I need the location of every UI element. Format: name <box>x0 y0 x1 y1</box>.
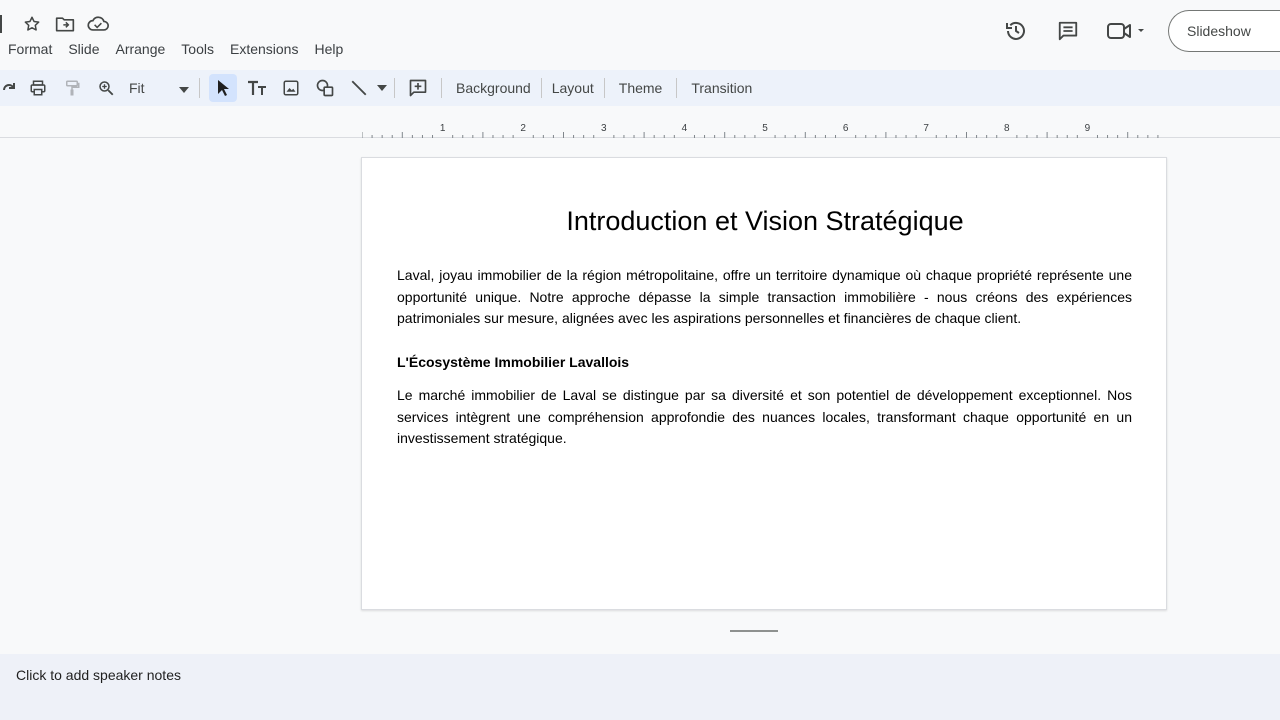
layout-button[interactable]: Layout <box>544 80 602 96</box>
ruler-label: 2 <box>520 124 526 134</box>
shape-icon[interactable] <box>311 74 339 102</box>
toolbar-divider <box>394 78 395 98</box>
slide-body[interactable]: Laval, joyau immobilier de la région mét… <box>397 265 1132 466</box>
print-icon[interactable] <box>24 74 52 102</box>
slide-subheading[interactable]: L'Écosystème Immobilier Lavallois <box>397 352 1132 374</box>
menu-format[interactable]: Format <box>4 40 56 58</box>
comment-icon[interactable] <box>1048 11 1088 51</box>
toolbar-divider <box>676 78 678 98</box>
video-call-icon[interactable] <box>1100 11 1152 51</box>
slide-canvas[interactable]: Introduction et Vision Stratégique Laval… <box>361 157 1167 610</box>
horizontal-ruler[interactable]: 1 2 3 4 5 6 7 8 9 <box>362 124 1166 138</box>
top-bar: Format Slide Arrange Tools Extensions He… <box>0 0 1280 68</box>
toolbar-divider <box>199 78 200 98</box>
app-edge <box>0 15 2 33</box>
slide-paragraph-1[interactable]: Laval, joyau immobilier de la région mét… <box>397 265 1132 330</box>
toolbar-divider <box>441 78 442 98</box>
theme-button[interactable]: Theme <box>607 80 675 96</box>
title-icons <box>0 12 119 36</box>
slide-paragraph-2[interactable]: Le marché immobilier de Laval se disting… <box>397 385 1132 450</box>
move-to-folder-icon[interactable] <box>53 12 77 36</box>
notes-resize-handle[interactable] <box>730 630 778 632</box>
ruler-label: 1 <box>440 124 446 134</box>
menu-extensions[interactable]: Extensions <box>226 40 302 58</box>
toolbar-divider <box>540 78 542 98</box>
zoom-icon[interactable] <box>92 74 120 102</box>
menu-tools[interactable]: Tools <box>177 40 218 58</box>
redo-icon[interactable] <box>0 74 18 102</box>
speaker-notes-panel[interactable]: Click to add speaker notes <box>0 654 1280 720</box>
ruler-label: 6 <box>843 124 849 134</box>
cloud-saved-icon[interactable] <box>86 12 110 36</box>
menu-slide[interactable]: Slide <box>64 40 103 58</box>
slide-title[interactable]: Introduction et Vision Stratégique <box>362 206 1168 237</box>
image-icon[interactable] <box>277 74 305 102</box>
ruler-label: 5 <box>762 124 768 134</box>
toolbar: Fit Background Layout Theme Transition <box>0 70 1280 106</box>
slideshow-button[interactable]: Slideshow <box>1168 10 1280 52</box>
zoom-select[interactable]: Fit <box>123 80 193 96</box>
header-actions: Slideshow <box>984 10 1280 52</box>
menu-help[interactable]: Help <box>310 40 347 58</box>
line-menu-chevron-icon[interactable] <box>376 74 388 102</box>
line-icon[interactable] <box>345 74 373 102</box>
ruler-label: 8 <box>1004 124 1010 134</box>
ruler-label: 7 <box>923 124 929 134</box>
star-icon[interactable] <box>20 12 44 36</box>
ruler-label: 4 <box>682 124 688 134</box>
ruler-label: 3 <box>601 124 607 134</box>
menu-bar: Format Slide Arrange Tools Extensions He… <box>0 38 347 60</box>
toolbar-divider <box>603 78 605 98</box>
ruler-label: 9 <box>1085 124 1091 134</box>
speaker-notes-placeholder[interactable]: Click to add speaker notes <box>16 667 181 683</box>
text-box-icon[interactable] <box>243 74 271 102</box>
history-icon[interactable] <box>996 11 1036 51</box>
transition-button[interactable]: Transition <box>679 80 764 96</box>
select-tool-icon[interactable] <box>209 74 237 102</box>
zoom-value: Fit <box>129 80 145 96</box>
menu-arrange[interactable]: Arrange <box>111 40 169 58</box>
add-comment-icon[interactable] <box>404 74 432 102</box>
paint-format-icon[interactable] <box>58 74 86 102</box>
chevron-down-icon <box>179 80 189 96</box>
background-button[interactable]: Background <box>448 80 539 96</box>
